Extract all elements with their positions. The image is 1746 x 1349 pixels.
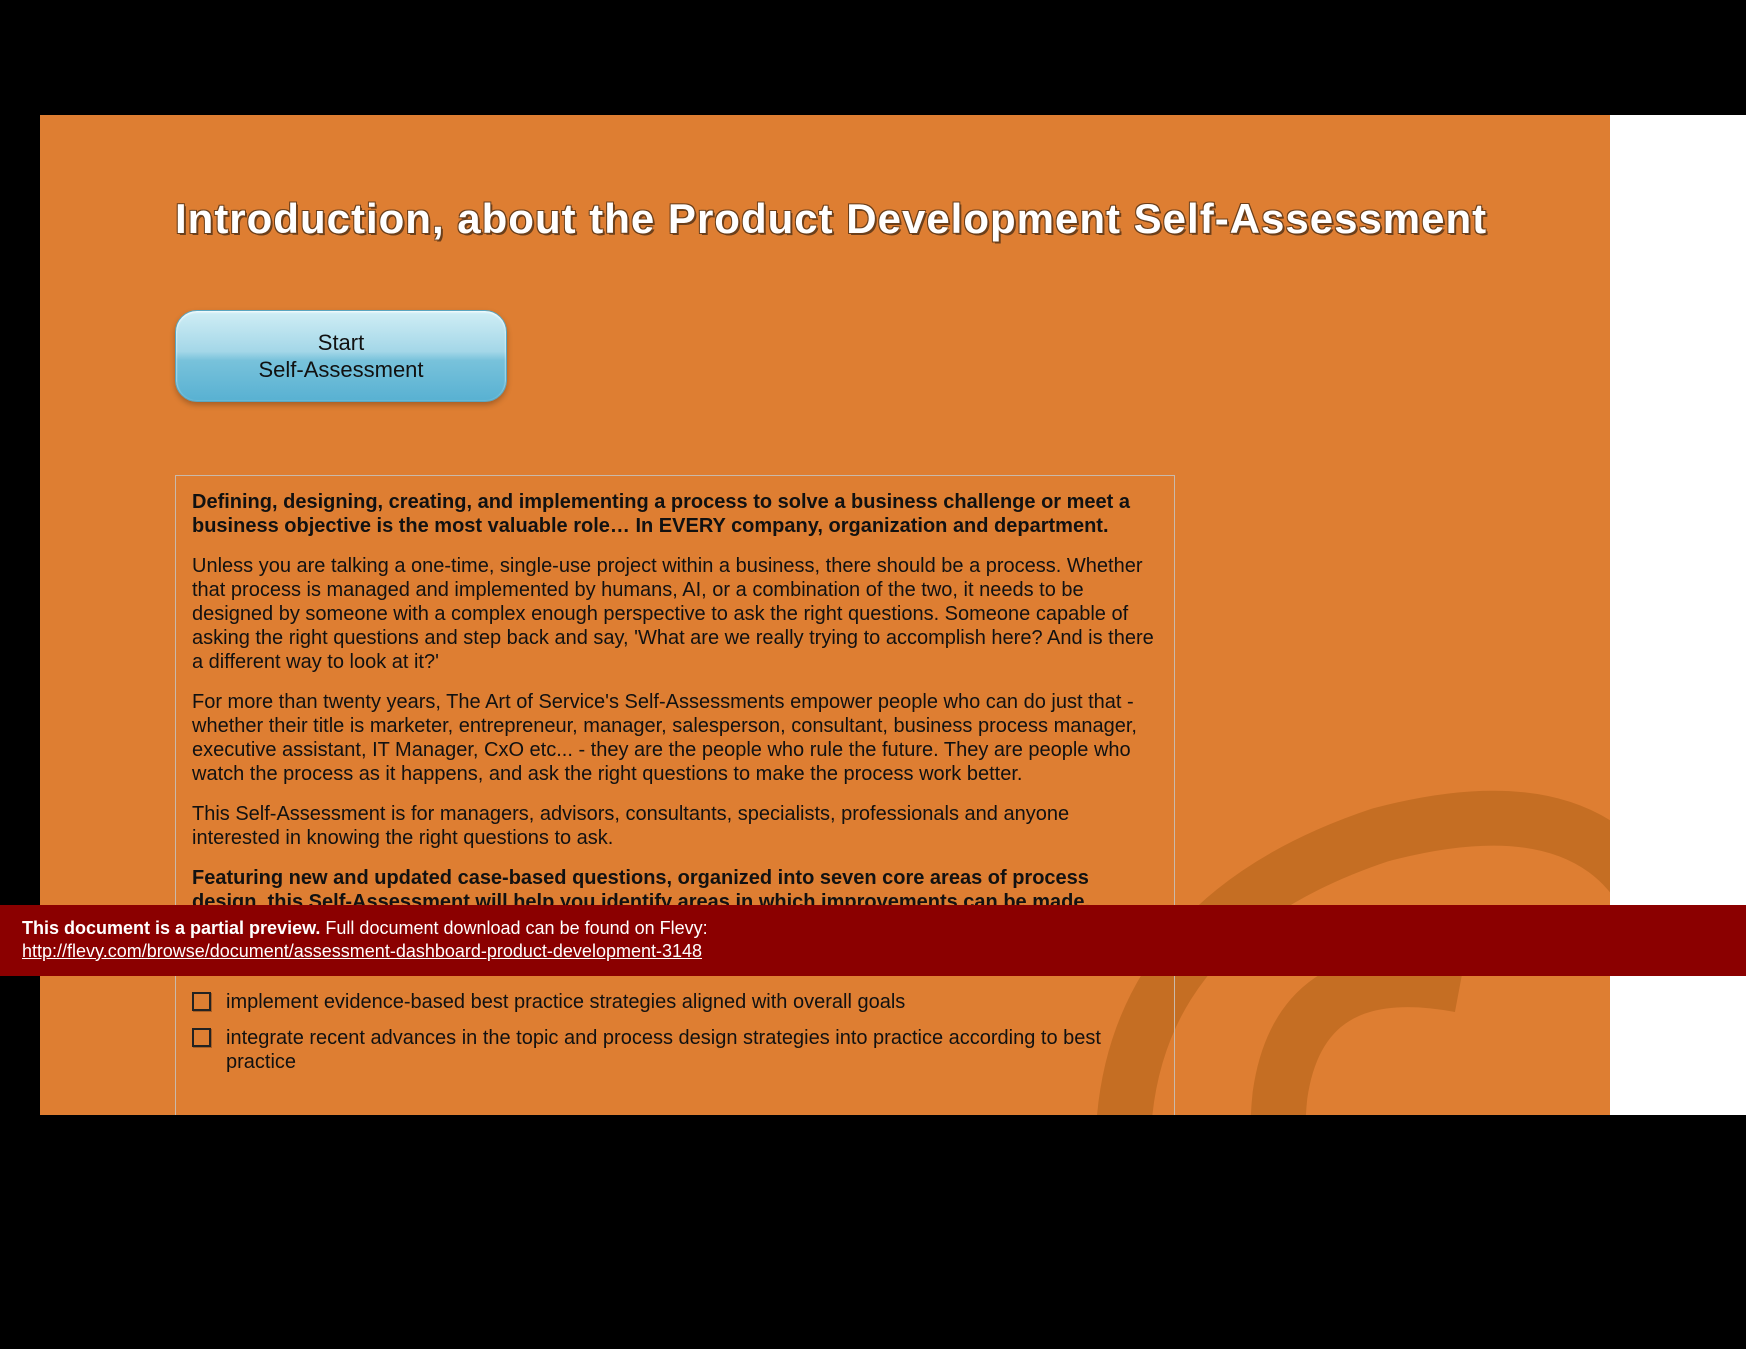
intro-paragraph-3: For more than twenty years, The Art of S… (192, 690, 1158, 786)
intro-paragraph-2: Unless you are talking a one-time, singl… (192, 554, 1158, 674)
list-item-text: integrate recent advances in the topic a… (226, 1027, 1101, 1073)
banner-lead-text: This document is a partial preview. (22, 918, 320, 938)
banner-trail-text: Full document download can be found on F… (320, 918, 707, 938)
start-button-line2: Self-Assessment (258, 356, 423, 384)
intro-paragraph-lead: Defining, designing, creating, and imple… (192, 490, 1158, 538)
checkbox-icon (192, 992, 211, 1011)
list-item: integrate recent advances in the topic a… (192, 1026, 1158, 1074)
start-button-line1: Start (318, 329, 364, 357)
banner-link[interactable]: http://flevy.com/browse/document/assessm… (22, 941, 702, 961)
intro-content-box: Defining, designing, creating, and imple… (175, 475, 1175, 1115)
start-self-assessment-button[interactable]: Start Self-Assessment (175, 310, 507, 402)
list-item: implement evidence-based best practice s… (192, 990, 1158, 1014)
preview-banner: This document is a partial preview. Full… (0, 905, 1746, 976)
intro-paragraph-4: This Self-Assessment is for managers, ad… (192, 802, 1158, 850)
page-title: Introduction, about the Product Developm… (175, 195, 1487, 243)
list-item-text: implement evidence-based best practice s… (226, 991, 905, 1013)
checkbox-icon (192, 1028, 211, 1047)
